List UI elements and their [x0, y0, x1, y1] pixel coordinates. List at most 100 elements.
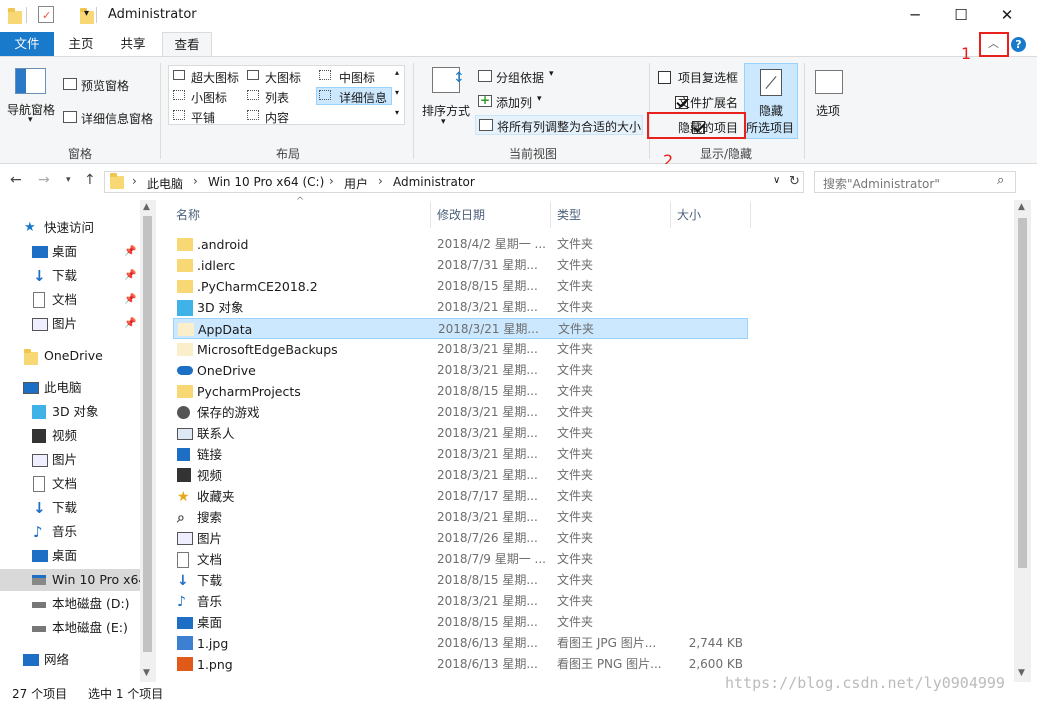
layout-large[interactable]: 大图标	[265, 69, 301, 86]
nav-pc-pictures[interactable]: 图片	[0, 449, 156, 471]
maximize-button[interactable]: ☐	[938, 0, 984, 30]
layout-content[interactable]: 内容	[265, 109, 289, 126]
column-header-name[interactable]: 名称	[176, 200, 200, 230]
column-header-type[interactable]: 类型	[557, 200, 581, 230]
nav-pc-e-drive[interactable]: 本地磁盘 (E:)	[0, 617, 156, 639]
file-extensions-label[interactable]: 文件扩展名	[678, 94, 738, 111]
nav-scrollbar[interactable]: ▲ ▼	[140, 200, 156, 682]
properties-icon[interactable]: ✓	[38, 6, 54, 23]
table-row[interactable]: AppData 2018/3/21 星期... 文件夹	[173, 318, 748, 339]
table-row[interactable]: 视频 2018/3/21 星期... 文件夹	[173, 465, 748, 486]
table-row[interactable]: .idlerc 2018/7/31 星期... 文件夹	[173, 255, 748, 276]
back-icon[interactable]: ←	[10, 172, 22, 188]
layout-list[interactable]: 列表	[265, 89, 289, 106]
table-row[interactable]: 文档 2018/7/9 星期一 ... 文件夹	[173, 549, 748, 570]
gallery-up-icon[interactable]: ▴	[395, 68, 399, 77]
nav-pc-c-drive[interactable]: Win 10 Pro x64	[0, 569, 146, 591]
sort-by-icon[interactable]: ↕	[432, 67, 465, 93]
nav-pc-downloads[interactable]: ↓ 下载	[0, 497, 156, 519]
tab-home[interactable]: 主页	[56, 32, 106, 56]
table-row[interactable]: .android 2018/4/2 星期一 ... 文件夹	[173, 234, 748, 255]
close-button[interactable]: ✕	[984, 0, 1030, 30]
scroll-up-icon[interactable]: ▲	[143, 202, 150, 212]
pin-icon[interactable]: 📌	[124, 241, 136, 263]
table-row[interactable]: 链接 2018/3/21 星期... 文件夹	[173, 444, 748, 465]
crumb-this-pc[interactable]: 此电脑	[147, 175, 183, 192]
layout-details[interactable]: 详细信息	[339, 89, 387, 106]
pin-icon[interactable]: 📌	[124, 289, 136, 311]
table-row[interactable]: ↓ 下载 2018/8/15 星期... 文件夹	[173, 570, 748, 591]
gallery-down-icon[interactable]: ▾	[395, 88, 399, 97]
table-row[interactable]: 1.jpg 2018/6/13 星期... 看图王 JPG 图片... 2,744 K…	[173, 633, 748, 654]
chevron-down-icon[interactable]: ▾	[441, 117, 446, 127]
column-divider[interactable]	[550, 202, 551, 228]
nav-pc-videos[interactable]: 视频	[0, 425, 156, 447]
nav-pc-desktop[interactable]: 桌面	[0, 545, 156, 567]
table-row[interactable]: 桌面 2018/8/15 星期... 文件夹	[173, 612, 748, 633]
table-row[interactable]: MicrosoftEdgeBackups 2018/3/21 星期... 文件夹	[173, 339, 748, 360]
layout-extra-large[interactable]: 超大图标	[191, 69, 239, 86]
nav-scroll-thumb[interactable]	[143, 216, 152, 652]
table-row[interactable]: PycharmProjects 2018/8/15 星期... 文件夹	[173, 381, 748, 402]
column-divider[interactable]	[670, 202, 671, 228]
tab-view[interactable]: 查看	[162, 32, 212, 58]
table-row[interactable]: 保存的游戏 2018/3/21 星期... 文件夹	[173, 402, 748, 423]
crumb-drive[interactable]: Win 10 Pro x64 (C:)	[208, 175, 324, 189]
item-checkboxes-checkbox[interactable]	[658, 71, 671, 84]
options-icon[interactable]	[815, 70, 843, 94]
crumb-administrator[interactable]: Administrator	[393, 175, 475, 189]
nav-onedrive[interactable]: OneDrive	[0, 345, 156, 367]
column-header-date[interactable]: 修改日期	[437, 200, 485, 230]
recent-locations-icon[interactable]: ▾	[66, 175, 71, 185]
help-icon[interactable]: ?	[1011, 37, 1026, 52]
table-row[interactable]: 1.png 2018/6/13 星期... 看图王 PNG 图片... 2,600 K…	[173, 654, 748, 675]
table-row[interactable]: .PyCharmCE2018.2 2018/8/15 星期... 文件夹	[173, 276, 748, 297]
address-dropdown-icon[interactable]: ∨	[773, 175, 780, 186]
up-icon[interactable]: ↑	[84, 172, 96, 188]
gallery-more-icon[interactable]: ▾	[395, 108, 399, 117]
nav-network[interactable]: 网络	[0, 649, 156, 671]
main-scrollbar[interactable]: ▲ ▼	[1014, 200, 1031, 682]
table-row[interactable]: ♪ 音乐 2018/3/21 星期... 文件夹	[173, 591, 748, 612]
refresh-icon[interactable]: ↻	[789, 174, 800, 189]
item-checkboxes-label[interactable]: 项目复选框	[678, 69, 738, 86]
nav-qa-downloads[interactable]: ↓ 下载 📌	[0, 265, 156, 287]
chevron-down-icon[interactable]: ▾	[537, 94, 542, 104]
qat-dropdown-icon[interactable]: ▾	[84, 8, 89, 19]
forward-icon[interactable]: →	[38, 172, 50, 188]
table-row[interactable]: OneDrive 2018/3/21 星期... 文件夹	[173, 360, 748, 381]
nav-pc-documents[interactable]: 文档	[0, 473, 156, 495]
minimize-button[interactable]: ─	[892, 0, 938, 30]
column-divider[interactable]	[750, 202, 751, 228]
table-row[interactable]: 图片 2018/7/26 星期... 文件夹	[173, 528, 748, 549]
column-header-size[interactable]: 大小	[677, 200, 701, 230]
search-input[interactable]: 搜索"Administrator" ⌕	[814, 171, 1016, 193]
nav-pc-d-drive[interactable]: 本地磁盘 (D:)	[0, 593, 156, 615]
tab-share[interactable]: 共享	[108, 32, 158, 56]
details-pane-button[interactable]: 详细信息窗格	[81, 110, 153, 127]
pin-icon[interactable]: 📌	[124, 313, 136, 335]
nav-pc-music[interactable]: ♪ 音乐	[0, 521, 156, 543]
table-row[interactable]: 3D 对象 2018/3/21 星期... 文件夹	[173, 297, 748, 318]
tab-file[interactable]: 文件	[0, 32, 54, 56]
nav-qa-documents[interactable]: 文档 📌	[0, 289, 156, 311]
chevron-down-icon[interactable]: ▾	[28, 115, 33, 125]
pin-icon[interactable]: 📌	[124, 265, 136, 287]
nav-qa-desktop[interactable]: 桌面 📌	[0, 241, 156, 263]
search-icon[interactable]: ⌕	[997, 173, 1004, 188]
address-bar[interactable]: › 此电脑 › Win 10 Pro x64 (C:) › 用户 › Admin…	[104, 171, 804, 193]
nav-pc-3d[interactable]: 3D 对象	[0, 401, 156, 423]
nav-this-pc[interactable]: 此电脑	[0, 377, 156, 399]
scroll-up-icon[interactable]: ▲	[1018, 202, 1025, 212]
preview-pane-button[interactable]: 预览窗格	[81, 77, 129, 94]
layout-medium[interactable]: 中图标	[339, 69, 375, 86]
sort-by-button[interactable]: 排序方式	[422, 102, 470, 119]
fit-columns-button[interactable]: 将所有列调整为合适的大小	[497, 118, 641, 135]
add-columns-button[interactable]: 添加列	[496, 94, 532, 111]
scroll-down-icon[interactable]: ▼	[143, 668, 150, 678]
nav-quick-access[interactable]: ★ 快速访问	[0, 217, 156, 239]
table-row[interactable]: ⌕ 搜索 2018/3/21 星期... 文件夹	[173, 507, 748, 528]
table-row[interactable]: ★ 收藏夹 2018/7/17 星期... 文件夹	[173, 486, 748, 507]
table-row[interactable]: 联系人 2018/3/21 星期... 文件夹	[173, 423, 748, 444]
nav-qa-pictures[interactable]: 图片 📌	[0, 313, 156, 335]
